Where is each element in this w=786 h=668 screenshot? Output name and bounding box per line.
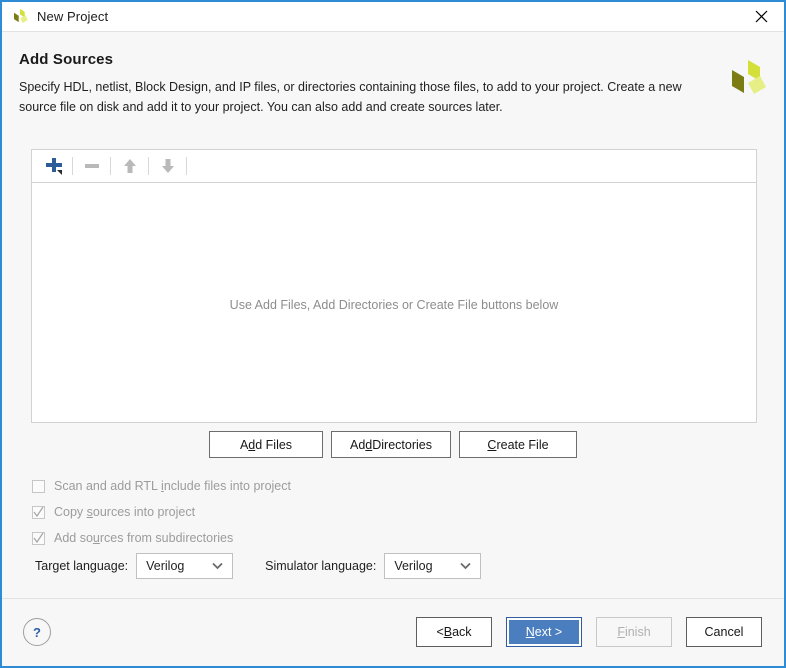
create-file-accel: C xyxy=(487,437,497,452)
create-file-label-post: reate File xyxy=(496,437,549,452)
close-icon[interactable] xyxy=(738,2,784,31)
back-accel: B xyxy=(443,625,453,639)
toolbar-separator xyxy=(186,157,187,175)
add-subdirectories-checkbox[interactable]: Add sources from subdirectories xyxy=(32,525,291,551)
add-files-accel: d xyxy=(248,437,256,452)
remove-button[interactable] xyxy=(76,153,107,179)
toolbar-separator xyxy=(110,157,111,175)
page-description: Specify HDL, netlist, Block Design, and … xyxy=(19,80,682,114)
cancel-button[interactable]: Cancel xyxy=(686,617,762,647)
create-file-button[interactable]: Create File xyxy=(459,431,577,458)
add-files-label-pre: A xyxy=(239,437,249,452)
source-options: Scan and add RTL include files into proj… xyxy=(32,473,291,551)
simulator-language-select[interactable]: Verilog xyxy=(384,553,482,579)
next-accel: N xyxy=(525,625,535,639)
xilinx-propeller-icon xyxy=(727,59,767,101)
back-label-post: ack xyxy=(452,625,472,639)
source-file-panel: Use Add Files, Add Directories or Create… xyxy=(31,149,757,423)
simulator-language-value: Verilog xyxy=(394,559,433,573)
finish-label-post: inish xyxy=(624,625,651,639)
title-bar: New Project xyxy=(2,2,784,32)
scan-rtl-include-checkbox[interactable]: Scan and add RTL include files into proj… xyxy=(32,473,291,499)
add-files-label-post: d Files xyxy=(255,437,293,452)
add-subdirs-label-post: rces from subdirectories xyxy=(99,531,234,545)
wizard-navigation: < Back Next > Finish Cancel xyxy=(416,617,762,647)
toolbar-separator xyxy=(148,157,149,175)
cancel-label: Cancel xyxy=(704,625,744,639)
move-up-button[interactable] xyxy=(114,153,145,179)
back-button[interactable]: < Back xyxy=(416,617,492,647)
scan-rtl-label-post: nclude files into project xyxy=(163,479,291,493)
chevron-down-icon xyxy=(460,562,471,570)
add-directories-accel: d xyxy=(365,437,373,452)
source-panel-toolbar xyxy=(32,150,756,183)
toolbar-separator xyxy=(72,157,73,175)
back-label-pre: < xyxy=(436,625,444,639)
checkmark-icon xyxy=(33,532,44,543)
copy-sources-checkbox[interactable]: Copy sources into project xyxy=(32,499,291,525)
xilinx-propeller-icon xyxy=(11,8,29,26)
language-settings: Target language: Verilog Simulator langu… xyxy=(35,553,482,579)
copy-sources-label-post: ources into project xyxy=(92,505,196,519)
add-files-button[interactable]: Add Files xyxy=(209,431,323,458)
finish-accel: F xyxy=(617,625,625,639)
new-project-dialog: New Project Add Sources Specify HDL, net… xyxy=(0,0,786,668)
help-label: ? xyxy=(33,624,41,640)
add-subdirs-accel: u xyxy=(92,531,100,545)
scan-rtl-label-pre: Scan and add RTL xyxy=(54,479,162,493)
simulator-language-label: Simulator language: xyxy=(265,559,377,573)
dropdown-triangle-icon xyxy=(56,170,62,175)
dialog-footer: ? < Back Next > Finish Cancel xyxy=(2,599,784,666)
add-directories-label-pre: Ad xyxy=(350,437,366,452)
target-language-value: Verilog xyxy=(146,559,185,573)
checkbox-box xyxy=(32,531,45,545)
copy-sources-label-pre: Copy xyxy=(54,505,87,519)
target-language-select[interactable]: Verilog xyxy=(136,553,234,579)
add-subdirs-label-pre: Add so xyxy=(54,531,93,545)
next-label-post: ext > xyxy=(534,625,563,639)
empty-list-placeholder: Use Add Files, Add Directories or Create… xyxy=(229,298,559,312)
chevron-down-icon xyxy=(212,562,223,570)
page-title: Add Sources xyxy=(19,51,114,68)
window-title: New Project xyxy=(37,9,109,24)
add-directories-label-post: Directories xyxy=(372,437,432,452)
finish-button: Finish xyxy=(596,617,672,647)
page-header: Add Sources Specify HDL, netlist, Block … xyxy=(2,32,784,136)
next-button[interactable]: Next > xyxy=(506,617,582,647)
move-down-button[interactable] xyxy=(152,153,183,179)
checkbox-box xyxy=(32,505,45,519)
add-button[interactable] xyxy=(38,153,69,179)
question-mark-icon[interactable]: ? xyxy=(23,618,51,646)
source-file-list[interactable]: Use Add Files, Add Directories or Create… xyxy=(32,183,756,422)
source-action-buttons: Add Files Ad d Directories Create File xyxy=(2,431,784,458)
add-directories-button[interactable]: Ad d Directories xyxy=(331,431,451,458)
checkbox-box xyxy=(32,479,45,493)
target-language-label: Target language: xyxy=(35,559,129,573)
checkmark-icon xyxy=(33,506,44,517)
